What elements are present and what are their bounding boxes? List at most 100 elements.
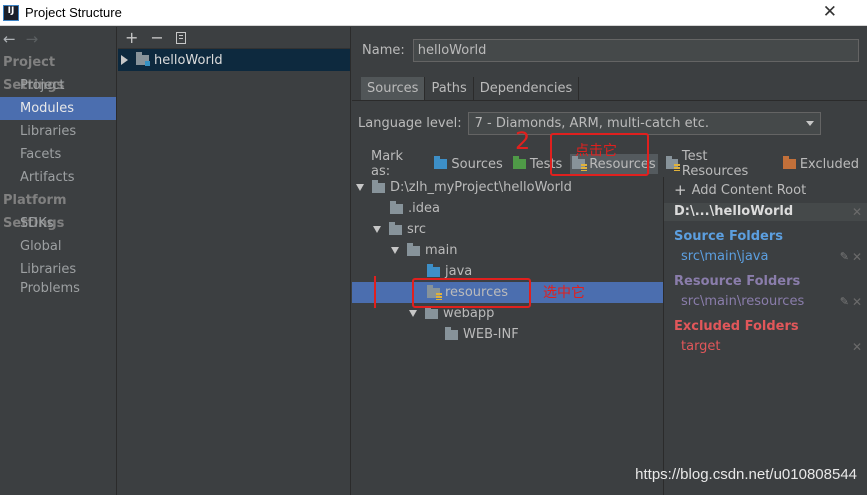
remove-root-icon[interactable]: ✕ (852, 203, 862, 221)
tree-row-src[interactable]: src (352, 219, 663, 240)
tab-sources[interactable]: Sources (361, 77, 426, 100)
expand-arrow-icon[interactable] (121, 55, 128, 65)
watermark: https://blog.csdn.net/u010808544 (635, 466, 857, 483)
annotation-click-it: 点击它 (575, 143, 617, 159)
source-folder-path: src\main\java (681, 249, 769, 264)
edit-pencil-icon[interactable]: ✎ (840, 247, 849, 267)
module-row-helloworld[interactable]: helloWorld (118, 49, 350, 71)
folder-icon (372, 179, 385, 193)
source-folder-icon (427, 263, 440, 277)
tree-row-label: main (425, 243, 458, 258)
mark-sources-label: Sources (451, 156, 503, 172)
copy-module-icon[interactable] (175, 31, 186, 44)
excluded-folder-entry[interactable]: target ✕ (674, 337, 867, 357)
tree-row-idea[interactable]: .idea (352, 198, 663, 219)
folder-icon (389, 221, 402, 235)
left-navigation: ← → Project Settings Project Modules Lib… (0, 27, 117, 495)
mark-sources-button[interactable]: Sources (432, 154, 504, 174)
tree-row-web-inf[interactable]: WEB-INF (352, 324, 663, 345)
nav-item-artifacts[interactable]: Artifacts (0, 166, 116, 189)
remove-excluded-icon[interactable]: ✕ (852, 337, 862, 357)
excluded-folders-title: Excluded Folders (674, 319, 799, 334)
name-row: Name: helloWorld (362, 39, 859, 62)
language-level-value: 7 - Diamonds, ARM, multi-catch etc. (474, 116, 709, 131)
tabs-divider (352, 100, 867, 101)
forward-arrow-icon[interactable]: → (26, 30, 39, 48)
content-root-path: D:\...\helloWorld (674, 204, 794, 219)
resource-folder-path: src\main\resources (681, 294, 805, 309)
module-toolbar: + − (118, 27, 350, 49)
folder-icon (407, 242, 420, 256)
content-root-header[interactable]: D:\...\helloWorld ✕ (664, 203, 867, 221)
collapse-arrow-icon[interactable] (356, 184, 364, 191)
remove-source-icon[interactable]: ✕ (852, 247, 862, 267)
mark-as-text: Mark as: (371, 149, 404, 179)
annotation-step-number: 2 (515, 127, 531, 155)
resource-folders-title: Resource Folders (674, 274, 801, 289)
chevron-down-icon (805, 121, 814, 126)
project-settings-heading: Project Settings (3, 55, 65, 93)
collapse-arrow-icon[interactable] (373, 226, 381, 233)
mark-excluded-button[interactable]: Excluded (781, 154, 861, 174)
annotation-marker-bar (374, 276, 376, 308)
tab-dependencies[interactable]: Dependencies (474, 77, 580, 100)
platform-settings-heading: Platform Settings (3, 193, 67, 231)
module-detail-panel: Name: helloWorld Sources Paths Dependenc… (352, 27, 867, 495)
tree-row-main[interactable]: main (352, 240, 663, 261)
back-arrow-icon[interactable]: ← (3, 30, 16, 48)
annotation-select-it: 选中它 (543, 285, 585, 301)
module-name-field[interactable]: helloWorld (412, 39, 859, 62)
excluded-folder-icon (782, 156, 796, 169)
add-content-root-button[interactable]: + Add Content Root (664, 177, 867, 203)
resource-folder-entry[interactable]: src\main\resources ✎ ✕ (674, 292, 867, 312)
nav-item-global-libraries[interactable]: Global Libraries (0, 235, 116, 277)
excluded-folder-path: target (681, 339, 721, 354)
module-folder-icon (136, 52, 150, 66)
remove-module-button[interactable]: − (150, 28, 163, 47)
window-title: Project Structure (25, 5, 122, 20)
source-folders-title: Source Folders (674, 229, 784, 244)
nav-item-libraries[interactable]: Libraries (0, 120, 116, 143)
module-list-panel: + − helloWorld (118, 27, 351, 495)
test-resources-folder-icon (665, 156, 681, 171)
resource-folders-group: Resource Folders src\main\resources ✎ ✕ (664, 272, 867, 312)
detail-tabs: Sources Paths Dependencies (361, 77, 580, 100)
folder-icon (425, 305, 438, 319)
collapse-arrow-icon[interactable] (391, 247, 399, 254)
excluded-folders-group: Excluded Folders target ✕ (664, 317, 867, 357)
folder-icon (390, 200, 403, 214)
add-content-root-label: Add Content Root (691, 182, 807, 198)
remove-resource-icon[interactable]: ✕ (852, 292, 862, 312)
nav-item-problems[interactable]: Problems (0, 277, 116, 300)
nav-history: ← → (0, 27, 116, 51)
tab-paths[interactable]: Paths (425, 77, 474, 100)
module-name: helloWorld (154, 52, 223, 68)
tree-row-label: java (445, 264, 473, 279)
mark-excluded-label: Excluded (799, 156, 859, 172)
language-level-label: Language level: (358, 116, 462, 131)
add-module-button[interactable]: + (125, 28, 138, 47)
tree-row-label: webapp (443, 306, 495, 321)
tree-row-label: D:\zlh_myProject\helloWorld (390, 180, 572, 195)
content-roots-panel: + Add Content Root D:\...\helloWorld ✕ S… (664, 177, 867, 495)
collapse-arrow-icon[interactable] (409, 310, 417, 317)
intellij-app-icon: IJ (3, 4, 19, 21)
tree-row-root[interactable]: D:\zlh_myProject\helloWorld (352, 177, 663, 198)
nav-item-facets[interactable]: Facets (0, 143, 116, 166)
title-bar: IJ Project Structure ✕ (0, 0, 867, 26)
sources-folder-icon (434, 156, 448, 169)
tests-folder-icon (512, 156, 526, 169)
nav-item-modules[interactable]: Modules (0, 97, 116, 120)
tree-row-label: src (407, 222, 426, 237)
plus-icon: + (674, 181, 687, 199)
mark-test-resources-button[interactable]: Test Resources (664, 149, 775, 179)
directory-tree: D:\zlh_myProject\helloWorld .idea src ma… (352, 177, 663, 495)
close-window-button[interactable]: ✕ (823, 2, 837, 22)
mark-test-resources-label: Test Resources (681, 149, 749, 179)
tree-row-label: WEB-INF (463, 327, 519, 342)
edit-pencil-icon[interactable]: ✎ (840, 292, 849, 312)
annotation-selected-box (412, 278, 531, 308)
name-label: Name: (362, 43, 405, 58)
language-level-row: Language level: 7 - Diamonds, ARM, multi… (358, 112, 821, 135)
source-folder-entry[interactable]: src\main\java ✎ ✕ (674, 247, 867, 267)
